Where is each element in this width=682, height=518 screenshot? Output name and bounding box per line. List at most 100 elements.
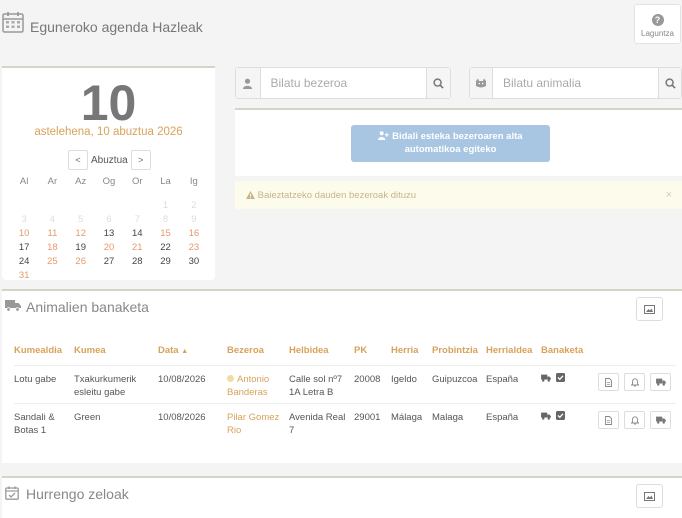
col-probintzia[interactable]: Probintzia	[432, 345, 478, 356]
search-icon	[433, 77, 444, 89]
calendar-day[interactable]: 5	[67, 214, 95, 226]
cell-herrialdea: España	[486, 374, 519, 385]
calendar-day[interactable]: 29	[151, 256, 179, 268]
month-nav: < Abuztua >	[68, 150, 151, 170]
calendar-day[interactable]: 28	[123, 256, 151, 268]
truck-icon	[541, 374, 551, 382]
cell-herria: Málaga	[391, 412, 423, 423]
col-herrialdea[interactable]: Herrialdea	[486, 345, 532, 356]
calendar-day[interactable]: 18	[38, 242, 66, 254]
calendar-empty-cell	[67, 270, 95, 282]
weekday-label: Az	[75, 176, 87, 187]
cell-bezeroa[interactable]: Pilar Gomez Rio	[227, 411, 279, 437]
calendar-day[interactable]: 4	[38, 214, 66, 226]
cell-kumea: Txakurkumerik esleitu gabe	[74, 374, 137, 398]
calendar-day[interactable]: 11	[38, 228, 66, 240]
alert-text: Baieztatzeko dauden bezeroak dituzu	[257, 190, 417, 201]
cell-herria: Igeldo	[391, 374, 417, 385]
weekday-label: Ig	[189, 176, 198, 187]
cell-kumealdia: Lotu gabe	[14, 374, 57, 385]
send-registration-link-button[interactable]: Bidali esteka bezeroaren alta automatiko…	[351, 125, 550, 162]
checkbox-checked-icon[interactable]	[555, 373, 565, 382]
calendar-day[interactable]: 13	[95, 228, 123, 240]
col-bezeroa[interactable]: Bezeroa	[227, 345, 264, 356]
page-title: Eguneroko agenda Hazleak	[30, 19, 203, 35]
export-image-button[interactable]	[636, 297, 663, 321]
calendar-day[interactable]: 15	[151, 228, 179, 240]
send-button-line2: automatikoa egiteko	[404, 144, 497, 155]
calendar-day[interactable]: 6	[95, 214, 123, 226]
help-button[interactable]: ? Laguntza	[634, 4, 681, 44]
cell-probintzia: Malaga	[432, 412, 464, 423]
cell-pk: 29001	[354, 412, 381, 423]
cell-bezeroa[interactable]: Antonio Banderas	[227, 373, 269, 399]
page-header: Eguneroko agenda Hazleak ? Laguntza	[0, 0, 682, 52]
cell-banaketa	[541, 373, 565, 386]
calendar-day[interactable]: 21	[123, 242, 151, 254]
calendar-day[interactable]: 12	[67, 228, 95, 240]
col-data[interactable]: Data ▲	[158, 345, 188, 356]
distribution-panel: Animalien banaketa Kumealdia Kumea Data …	[2, 289, 682, 463]
alert-close-button[interactable]: ×	[666, 189, 672, 201]
document-button[interactable]	[598, 411, 619, 429]
delivery-button[interactable]	[650, 373, 671, 391]
bell-button[interactable]	[624, 373, 645, 391]
calendar-day[interactable]: 16	[180, 228, 208, 240]
calendar-day[interactable]: 3	[10, 214, 38, 226]
export-image-button[interactable]	[636, 484, 663, 508]
calendar-empty-cell	[95, 200, 123, 212]
calendar-day[interactable]: 23	[180, 242, 208, 254]
calendar-day[interactable]: 30	[180, 256, 208, 268]
calendar-day[interactable]: 22	[151, 242, 179, 254]
cell-banaketa	[541, 411, 565, 424]
col-helbidea[interactable]: Helbidea	[289, 345, 329, 356]
calendar-day[interactable]: 1	[151, 200, 179, 212]
calendar-day[interactable]: 17	[10, 242, 38, 254]
col-banaketa[interactable]: Banaketa	[541, 345, 583, 356]
calendar-day[interactable]: 14	[123, 228, 151, 240]
cell-data: 10/08/2026	[158, 412, 206, 423]
calendar-panel: 10 astelehena, 10 abuztua 2026 < Abuztua…	[2, 66, 215, 282]
calendar-day[interactable]: 26	[67, 256, 95, 268]
send-button-line1: Bidali esteka bezeroaren alta	[392, 131, 523, 142]
image-icon	[644, 304, 655, 314]
col-kumealdia[interactable]: Kumealdia	[14, 345, 62, 356]
truck-icon	[541, 412, 551, 420]
col-kumea[interactable]: Kumea	[74, 345, 106, 356]
document-button[interactable]	[598, 373, 619, 391]
cell-probintzia: Guipuzcoa	[432, 374, 478, 385]
calendar-day[interactable]: 20	[95, 242, 123, 254]
next-heats-title: Hurrengo zeloak	[26, 486, 129, 502]
bell-icon	[630, 377, 639, 387]
calendar-empty-cell	[123, 270, 151, 282]
calendar-day[interactable]: 19	[67, 242, 95, 254]
prev-month-button[interactable]: <	[68, 150, 88, 170]
calendar-day[interactable]: 2	[180, 200, 208, 212]
bell-button[interactable]	[624, 411, 645, 429]
client-search-button[interactable]	[425, 68, 450, 98]
col-pk[interactable]: PK	[354, 345, 367, 356]
calendar-day[interactable]: 24	[10, 256, 38, 268]
next-month-button[interactable]: >	[130, 150, 151, 170]
calendar-day[interactable]: 8	[151, 214, 179, 226]
status-dot-icon	[227, 375, 234, 382]
animal-search-input[interactable]	[493, 68, 658, 98]
user-icon	[236, 68, 261, 98]
calendar-day[interactable]: 7	[123, 214, 151, 226]
delivery-button[interactable]	[650, 411, 671, 429]
checkbox-checked-icon[interactable]	[555, 411, 565, 420]
month-label: Abuztua	[91, 154, 128, 166]
calendar-empty-cell	[67, 200, 95, 212]
calendar-day[interactable]: 31	[10, 270, 38, 282]
animal-search-button[interactable]	[658, 68, 681, 98]
col-herria[interactable]: Herria	[391, 345, 418, 356]
help-label: Laguntza	[641, 29, 674, 38]
document-icon	[605, 377, 612, 387]
calendar-day[interactable]: 10	[10, 228, 38, 240]
cell-helbidea: Calle sol nº7 1A Letra B	[289, 374, 343, 398]
calendar-day[interactable]: 25	[38, 256, 66, 268]
calendar-day[interactable]: 27	[95, 256, 123, 268]
calendar-day[interactable]: 9	[180, 214, 208, 226]
calendar-check-icon	[5, 486, 19, 500]
client-search-input[interactable]	[260, 68, 426, 98]
